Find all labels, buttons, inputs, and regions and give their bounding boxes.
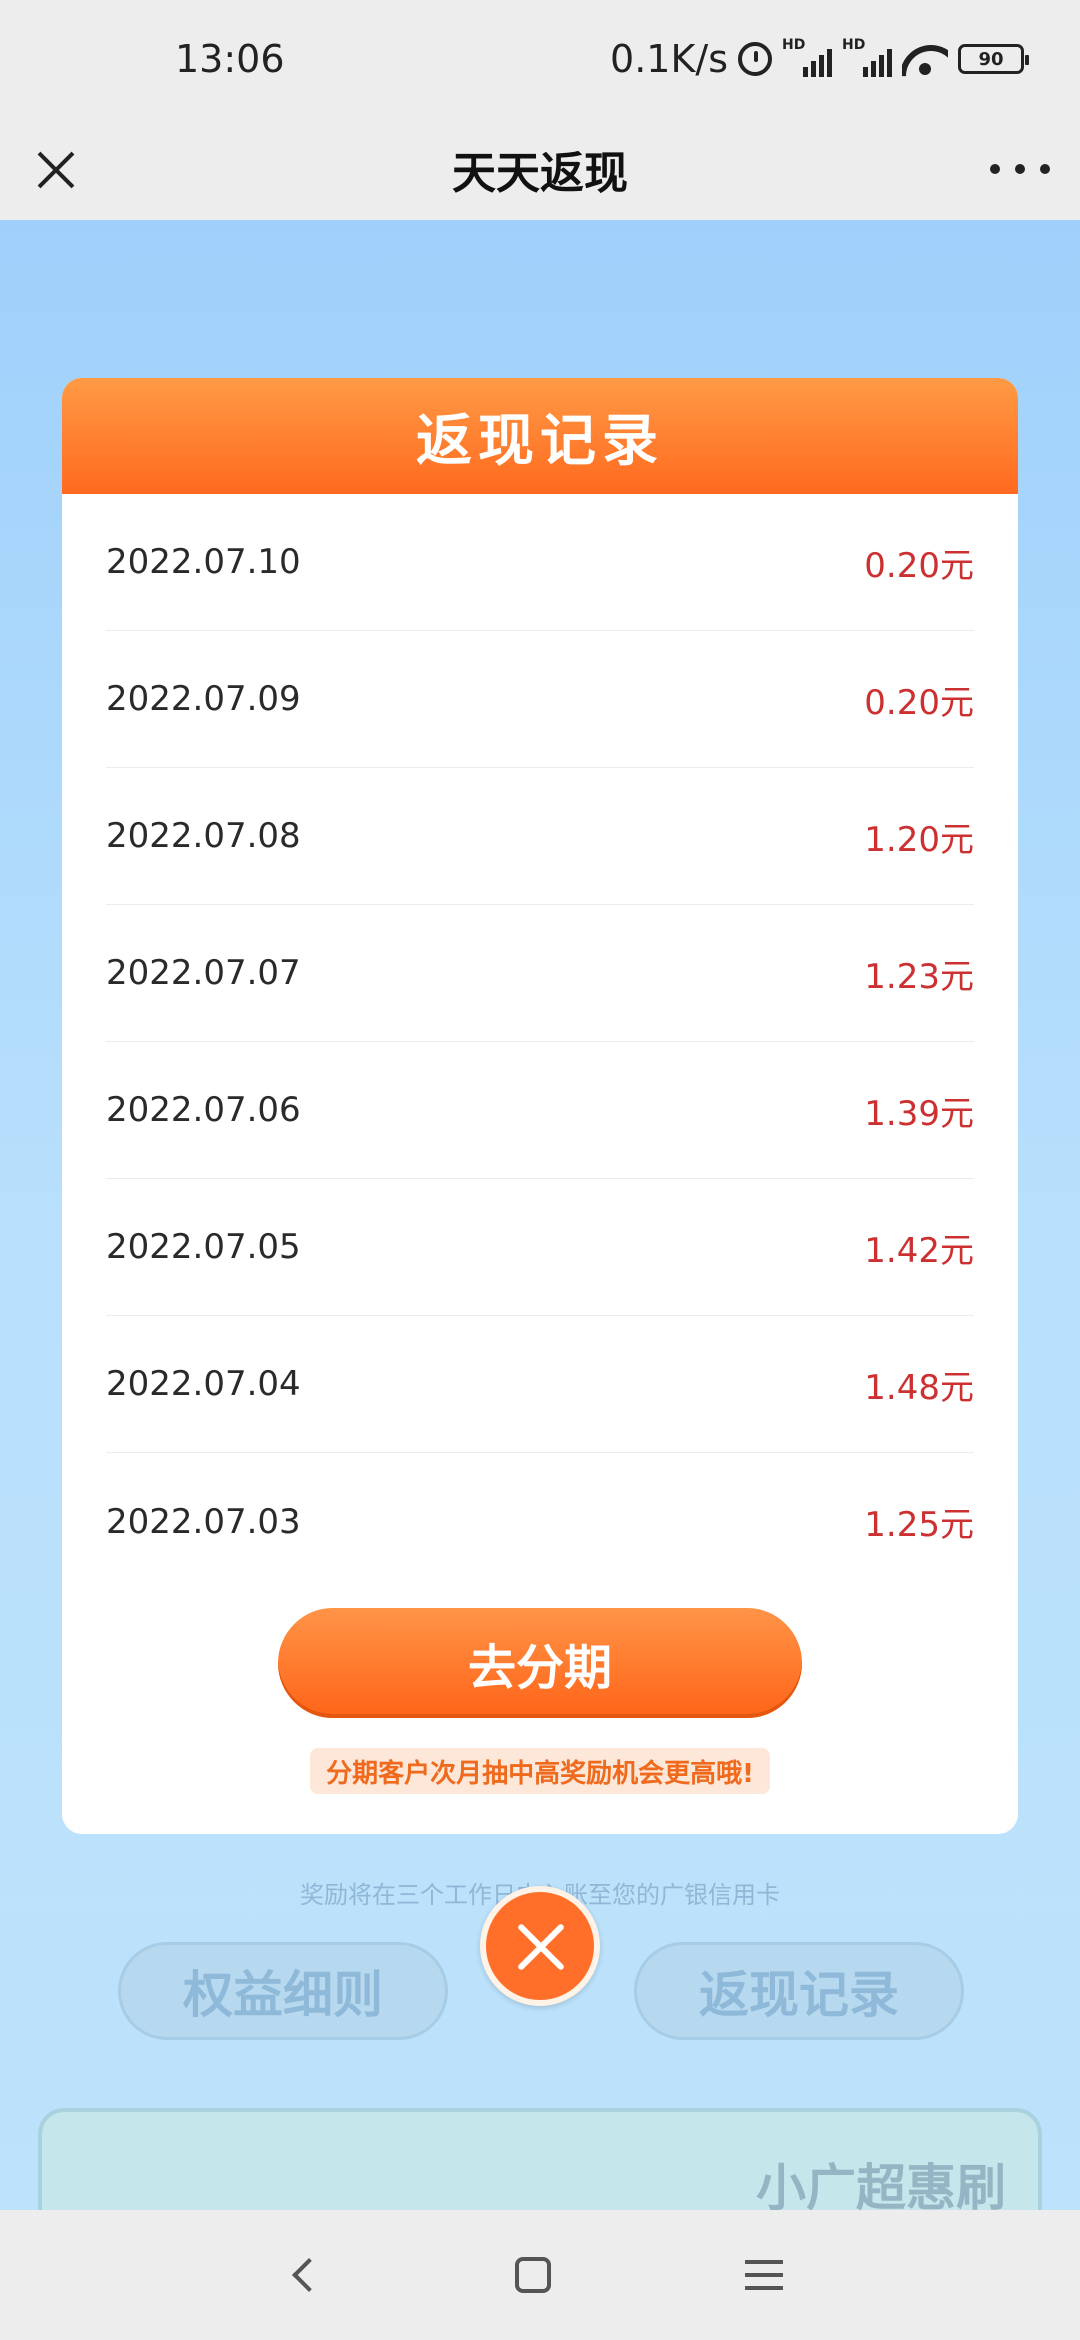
wifi-icon <box>902 41 948 77</box>
close-icon[interactable] <box>30 144 82 196</box>
cashback-records-dialog: 返现记录 2022.07.10 0.20元 2022.07.09 0.20元 2… <box>62 378 1018 1834</box>
net-speed: 0.1K/s <box>610 37 728 81</box>
record-amount: 1.42元 <box>864 1230 974 1271</box>
record-date: 2022.07.10 <box>106 542 301 582</box>
promo-tag: 分期客户次月抽中高奖励机会更高哦! <box>310 1748 770 1794</box>
record-date: 2022.07.08 <box>106 816 301 856</box>
record-amount: 1.23元 <box>864 956 974 997</box>
signal-icon-sim2: HD <box>842 37 892 77</box>
record-date: 2022.07.03 <box>106 1501 301 1542</box>
page-title: 天天返现 <box>452 148 628 199</box>
more-options-icon[interactable] <box>990 154 1050 184</box>
record-date: 2022.07.05 <box>106 1227 301 1267</box>
record-row: 2022.07.05 1.42元 <box>106 1179 974 1316</box>
record-row: 2022.07.10 0.20元 <box>106 494 974 631</box>
rules-button: 权益细则 <box>118 1942 448 2040</box>
record-amount: 1.20元 <box>864 819 974 860</box>
record-amount: 0.20元 <box>864 545 974 586</box>
menu-icon[interactable] <box>745 2260 783 2290</box>
battery-icon: 90 <box>958 44 1029 74</box>
record-date: 2022.07.09 <box>106 679 301 719</box>
record-row: 2022.07.03 1.25元 <box>106 1453 974 1590</box>
record-list: 2022.07.10 0.20元 2022.07.09 0.20元 2022.0… <box>62 494 1018 1590</box>
dialog-header: 返现记录 <box>62 378 1018 494</box>
record-row: 2022.07.07 1.23元 <box>106 905 974 1042</box>
record-amount: 1.39元 <box>864 1093 974 1134</box>
title-bar: 天天返现 <box>0 118 1080 220</box>
records-button: 返现记录 <box>634 1942 964 2040</box>
system-nav-bar <box>0 2210 1080 2340</box>
installment-button[interactable]: 去分期 <box>278 1608 802 1718</box>
record-row: 2022.07.08 1.20元 <box>106 768 974 905</box>
record-date: 2022.07.06 <box>106 1090 301 1130</box>
promo-text: 分期客户次月抽中高奖励机会更高哦! <box>326 1758 754 1789</box>
status-indicators: 0.1K/s HD HD 90 <box>610 37 1029 81</box>
screen: 13:06 0.1K/s HD HD 90 天天返现 奖励将在三个工作日内入账至… <box>0 0 1080 2340</box>
record-row: 2022.07.09 0.20元 <box>106 631 974 768</box>
installment-button-label: 去分期 <box>467 1640 612 1696</box>
dialog-title: 返现记录 <box>416 408 664 474</box>
status-time: 13:06 <box>175 37 285 81</box>
record-amount: 1.48元 <box>864 1367 974 1408</box>
home-icon[interactable] <box>515 2257 551 2293</box>
record-date: 2022.07.04 <box>106 1364 301 1404</box>
record-amount: 1.25元 <box>864 1505 974 1545</box>
signal-icon-sim1: HD <box>782 37 832 77</box>
record-date: 2022.07.07 <box>106 953 301 993</box>
close-dialog-button[interactable] <box>480 1886 600 2006</box>
back-icon[interactable] <box>292 2258 326 2292</box>
record-row: 2022.07.04 1.48元 <box>106 1316 974 1453</box>
alarm-icon <box>738 42 772 76</box>
record-amount: 0.20元 <box>864 682 974 723</box>
record-row: 2022.07.06 1.39元 <box>106 1042 974 1179</box>
status-bar: 13:06 0.1K/s HD HD 90 <box>0 0 1080 118</box>
